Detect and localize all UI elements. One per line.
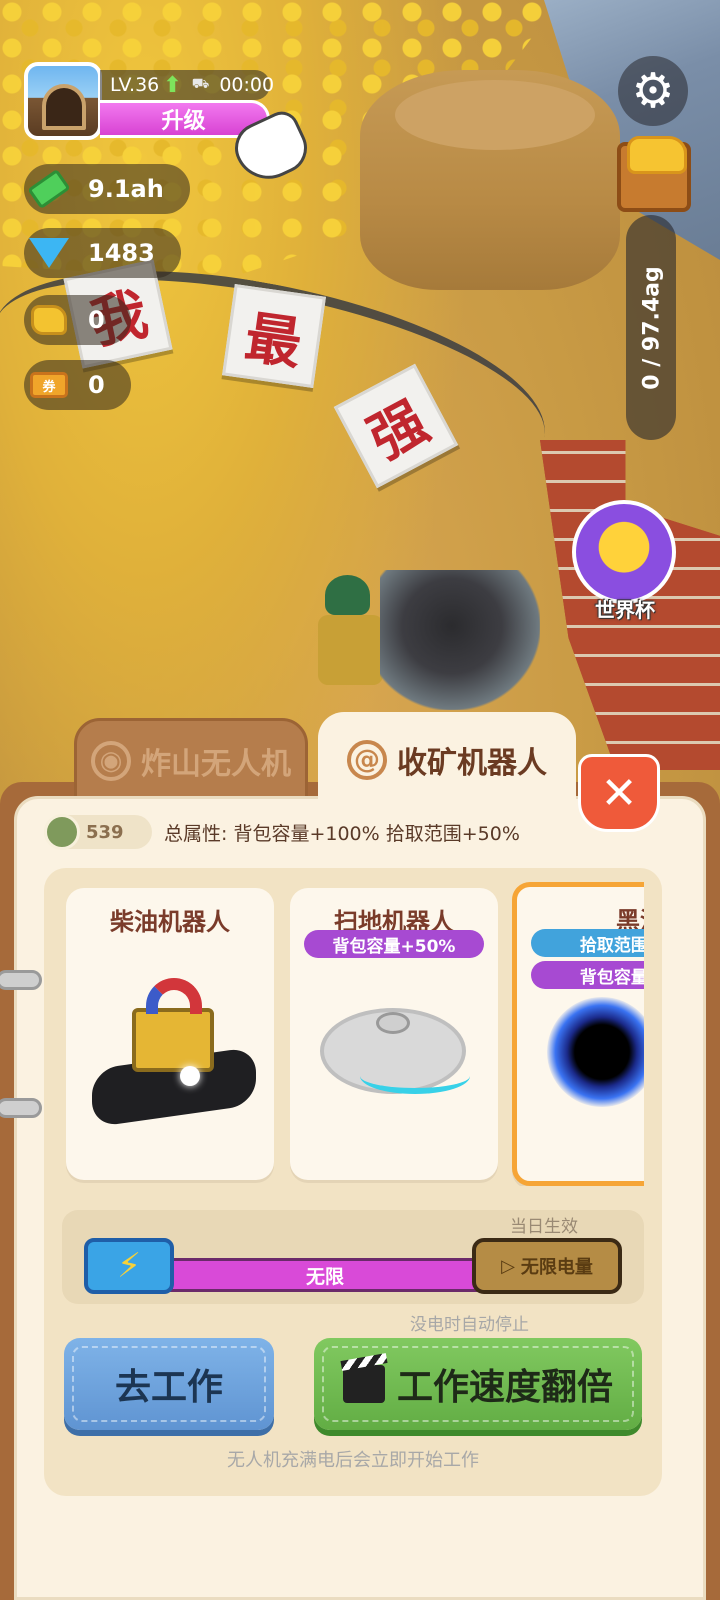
robot-tag: 背包容量+ [531, 961, 644, 989]
world-cup-label[interactable]: 世界杯 [560, 594, 690, 623]
snail-icon: @ [347, 740, 387, 780]
double-speed-label: 工作速度翻倍 [396, 1367, 613, 1408]
robot-card-diesel[interactable]: 柴油机器人 [66, 888, 274, 1180]
diamond-icon [24, 228, 74, 278]
tab-label: 收矿机器人 [397, 746, 547, 781]
effect-label: 当日生效 [510, 1217, 578, 1237]
auto-stop-note: 没电时自动停止 [410, 1315, 529, 1335]
gold-counter: 0 [24, 295, 131, 345]
tab-collector-robot[interactable]: @ 收矿机器人 [318, 712, 576, 808]
card-scroll-clip[interactable]: 黑洞 拾取范围+ 背包容量+ [512, 882, 644, 1186]
diamond-counter: 1483 [24, 228, 181, 278]
sweeper-robot-image [320, 988, 470, 1108]
ticket-icon: 券 [24, 360, 74, 410]
points-badge: 539 [44, 814, 152, 850]
ticket-counter: 券 0 [24, 360, 131, 410]
capacity-text: 0 / 97.4ag [639, 266, 665, 390]
timer-icon: ⛟ [191, 76, 210, 92]
tab-label: 炸山无人机 [141, 747, 291, 782]
gold-ore-icon [24, 295, 74, 345]
level-bar: LV.36 ⬆ ⛟ 00:00 [100, 70, 274, 100]
level-text: LV.36 [110, 74, 160, 96]
binder-ring [0, 970, 42, 990]
cash-value: 9.1ah [88, 175, 164, 203]
attribute-row: 539 总属性: 背包容量+100% 拾取范围+50% [44, 812, 664, 852]
cash-icon [24, 164, 74, 214]
unlimited-power-button[interactable]: ▷ 无限电量 [472, 1238, 622, 1294]
go-work-button[interactable]: 去工作 [64, 1338, 274, 1430]
clapperboard-icon [342, 1365, 385, 1403]
unlimited-power-label: 无限电量 [520, 1257, 593, 1278]
energy-bar: 无限 [170, 1258, 480, 1292]
total-attributes-text: 总属性: 背包容量+100% 拾取范围+50% [164, 822, 520, 845]
gold-value: 0 [88, 306, 105, 334]
diamond-value: 1483 [88, 239, 155, 267]
level-up-arrow-icon: ⬆ [163, 72, 182, 98]
tab-mountain-drone[interactable]: ◉ 炸山无人机 [74, 718, 308, 804]
gold-crate-icon[interactable] [617, 136, 691, 212]
settings-gear-icon[interactable]: ⚙ [618, 56, 688, 126]
timer-text: 00:00 [219, 74, 275, 96]
player-avatar[interactable] [24, 62, 102, 140]
robot-tag: 拾取范围+ [531, 929, 644, 957]
robot-name: 柴油机器人 [110, 908, 230, 936]
binder-ring [0, 1098, 42, 1118]
mine-entrance-icon [42, 84, 86, 130]
robot-card-sweeper[interactable]: 扫地机器人 背包容量+50% [290, 888, 498, 1180]
cash-counter: 9.1ah [24, 164, 190, 214]
bottom-note: 无人机充满电后会立即开始工作 [227, 1450, 479, 1471]
go-work-label: 去工作 [114, 1367, 223, 1408]
robot-card-blackhole[interactable]: 黑洞 拾取范围+ 背包容量+ [512, 882, 644, 1186]
hud: LV.36 ⬆ ⛟ 00:00 升级 9.1ah 1483 0 券 0 ⚙ 0 … [0, 0, 720, 720]
points-icon [44, 814, 80, 850]
battery-lightning-icon: ⚡ [84, 1238, 174, 1294]
ticket-value: 0 [88, 371, 105, 399]
world-cup-trophy-icon[interactable] [572, 500, 676, 604]
points-value: 539 [86, 821, 124, 843]
double-speed-button[interactable]: 工作速度翻倍 [314, 1338, 642, 1430]
energy-value: 无限 [305, 1265, 344, 1288]
play-icon: ▷ [501, 1255, 515, 1277]
drone-icon: ◉ [91, 741, 131, 781]
black-hole-image [547, 997, 644, 1107]
robot-tag: 背包容量+50% [304, 930, 484, 958]
close-icon: ✕ [600, 767, 638, 819]
diesel-robot-image [88, 978, 258, 1138]
